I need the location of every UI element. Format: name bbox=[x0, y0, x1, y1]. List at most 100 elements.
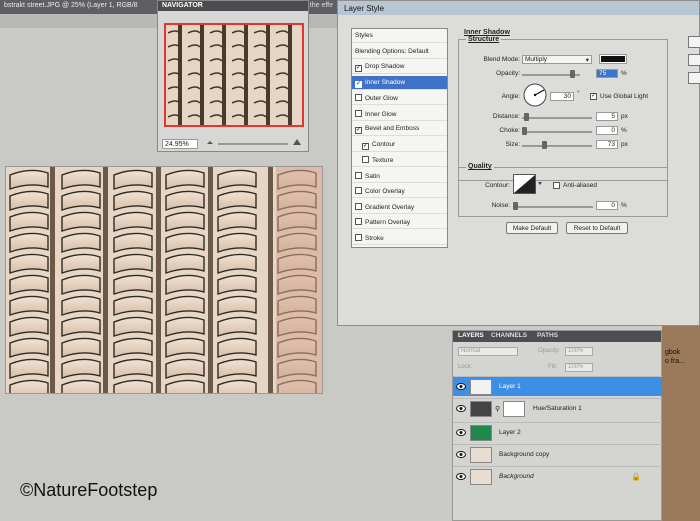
layer-row-layer-2[interactable]: Layer 2 bbox=[453, 422, 663, 442]
background-text-line-1: gbok bbox=[665, 349, 681, 356]
blend-mode-select[interactable]: Multiply ▾ bbox=[522, 55, 592, 64]
style-item-satin[interactable]: Satin bbox=[352, 169, 447, 183]
style-item-contour[interactable]: ✓ Contour bbox=[352, 138, 447, 152]
noise-slider[interactable] bbox=[513, 206, 593, 208]
use-global-light-checkbox[interactable]: ✓ bbox=[590, 93, 597, 100]
eye-icon[interactable] bbox=[456, 383, 466, 390]
navigator-zoom-field[interactable]: 24.95% bbox=[162, 139, 198, 149]
style-item-drop-shadow[interactable]: ✓ Drop Shadow bbox=[352, 60, 447, 74]
tab-channels[interactable]: CHANNELS bbox=[491, 332, 527, 339]
angle-dial-icon[interactable] bbox=[523, 83, 547, 107]
opacity-field[interactable]: 75 bbox=[596, 69, 618, 78]
style-checkbox[interactable]: ✓ bbox=[355, 65, 362, 72]
styles-list: Styles Blending Options: Default ✓ Drop Sha… bbox=[351, 28, 448, 248]
dialog-titlebar[interactable]: Layer Style bbox=[338, 1, 699, 15]
document-tab[interactable]: bstrakt street.JPG @ 25% (Layer 1, RGB/8 bbox=[0, 0, 170, 14]
style-checkbox[interactable]: ✓ bbox=[355, 127, 362, 134]
eye-icon[interactable] bbox=[456, 451, 466, 458]
style-checkbox[interactable] bbox=[355, 171, 362, 179]
fill-field[interactable]: 100% bbox=[565, 363, 593, 372]
style-checkbox[interactable] bbox=[355, 109, 362, 117]
layer-row-background-copy[interactable]: Background copy bbox=[453, 444, 663, 464]
style-item-label: Contour bbox=[372, 140, 396, 148]
size-field[interactable]: 73 bbox=[596, 140, 618, 149]
choke-slider-knob[interactable] bbox=[522, 127, 527, 135]
layer-blend-mode-select[interactable]: Normal bbox=[458, 347, 518, 356]
style-item-label: Inner Glow bbox=[365, 110, 397, 118]
new-style-button[interactable] bbox=[688, 72, 700, 84]
style-item-label: Color Overlay bbox=[365, 188, 405, 195]
style-item-stroke[interactable]: Stroke bbox=[352, 231, 447, 245]
size-slider-knob[interactable] bbox=[542, 141, 547, 149]
quality-group bbox=[458, 167, 668, 217]
noise-unit: % bbox=[621, 202, 627, 209]
distance-slider-knob[interactable] bbox=[524, 113, 529, 121]
size-slider[interactable] bbox=[522, 145, 592, 147]
layer-name: Background bbox=[499, 473, 534, 480]
tab-paths[interactable]: PATHS bbox=[537, 332, 558, 339]
shadow-color-swatch[interactable] bbox=[599, 54, 627, 64]
style-item-label: Outer Glow bbox=[365, 95, 398, 102]
layer-name: Hue/Saturation 1 bbox=[533, 405, 582, 412]
noise-slider-knob[interactable] bbox=[513, 202, 518, 210]
zoom-out-icon[interactable] bbox=[206, 139, 214, 147]
contour-preview-icon[interactable] bbox=[513, 174, 543, 194]
style-checkbox[interactable] bbox=[355, 218, 362, 225]
style-item-label: Inner Shadow bbox=[365, 78, 406, 86]
layers-panel: LAYERS CHANNELS PATHS Normal Opacity: 10… bbox=[452, 330, 663, 521]
style-item-texture[interactable]: Texture bbox=[352, 153, 447, 167]
style-item-inner-glow[interactable]: Inner Glow bbox=[352, 107, 447, 121]
balcony-shape bbox=[165, 379, 205, 393]
reset-to-default-button[interactable]: Reset to Default bbox=[566, 222, 628, 234]
cancel-button[interactable] bbox=[688, 54, 700, 66]
angle-field[interactable]: 30 bbox=[550, 92, 574, 101]
navigator-thumbnail-image bbox=[166, 25, 302, 125]
lock-label: Lock: bbox=[458, 364, 473, 370]
opacity-slider-knob[interactable] bbox=[570, 70, 575, 78]
style-item-styles[interactable]: Styles bbox=[352, 29, 447, 43]
eye-icon[interactable] bbox=[456, 473, 466, 480]
fill-label: Fill: bbox=[548, 364, 558, 370]
navigator-zoom-slider[interactable] bbox=[218, 143, 288, 145]
eye-icon[interactable] bbox=[456, 429, 466, 436]
style-item-outer-glow[interactable]: Outer Glow bbox=[352, 91, 447, 105]
navigator-thumbnail[interactable] bbox=[164, 23, 304, 127]
style-item-bevel-and-emboss[interactable]: ✓ Bevel and Emboss bbox=[352, 122, 447, 136]
style-checkbox[interactable] bbox=[355, 94, 362, 101]
navigator-header[interactable]: NAVIGATOR bbox=[158, 1, 308, 11]
layer-row-hue-saturation-1[interactable]: ⚲ Hue/Saturation 1 bbox=[453, 398, 663, 422]
distance-field[interactable]: 5 bbox=[596, 112, 618, 121]
eye-icon[interactable] bbox=[456, 405, 466, 412]
anti-aliased-checkbox[interactable] bbox=[553, 182, 560, 189]
style-checkbox[interactable]: ✓ bbox=[355, 80, 362, 88]
style-item-label: Gradient Overlay bbox=[365, 203, 415, 211]
angle-label: Angle: bbox=[501, 93, 520, 100]
style-item-blending-options-default[interactable]: Blending Options: Default bbox=[352, 45, 447, 59]
style-item-pattern-overlay[interactable]: Pattern Overlay bbox=[352, 215, 447, 229]
ok-button[interactable] bbox=[688, 36, 700, 48]
document-canvas[interactable] bbox=[5, 166, 323, 394]
layer-row-layer-1[interactable]: Layer 1 bbox=[453, 376, 663, 396]
style-checkbox[interactable] bbox=[355, 233, 362, 241]
zoom-in-icon[interactable] bbox=[292, 137, 302, 147]
layer-opacity-field[interactable]: 100% bbox=[565, 347, 593, 356]
layer-name: Layer 1 bbox=[499, 383, 521, 390]
choke-slider[interactable] bbox=[522, 131, 592, 133]
noise-field[interactable]: 0 bbox=[596, 201, 618, 210]
dialog-title: Layer Style bbox=[344, 4, 385, 13]
layer-name: Background copy bbox=[499, 451, 550, 458]
style-item-label: Pattern Overlay bbox=[365, 219, 411, 226]
adjustment-thumbnail bbox=[470, 401, 492, 417]
distance-slider[interactable] bbox=[522, 117, 592, 119]
style-item-color-overlay[interactable]: Color Overlay bbox=[352, 184, 447, 198]
tab-layers[interactable]: LAYERS bbox=[458, 332, 484, 339]
style-checkbox[interactable]: ✓ bbox=[362, 142, 369, 150]
style-item-gradient-overlay[interactable]: Gradient Overlay bbox=[352, 200, 447, 214]
style-checkbox[interactable] bbox=[362, 156, 369, 163]
style-checkbox[interactable] bbox=[355, 187, 362, 194]
layer-row-background[interactable]: Background 🔒 bbox=[453, 466, 663, 486]
style-item-inner-shadow[interactable]: ✓ Inner Shadow bbox=[352, 75, 447, 90]
make-default-button[interactable]: Make Default bbox=[506, 222, 558, 234]
style-checkbox[interactable] bbox=[355, 202, 362, 210]
choke-field[interactable]: 0 bbox=[596, 126, 618, 135]
